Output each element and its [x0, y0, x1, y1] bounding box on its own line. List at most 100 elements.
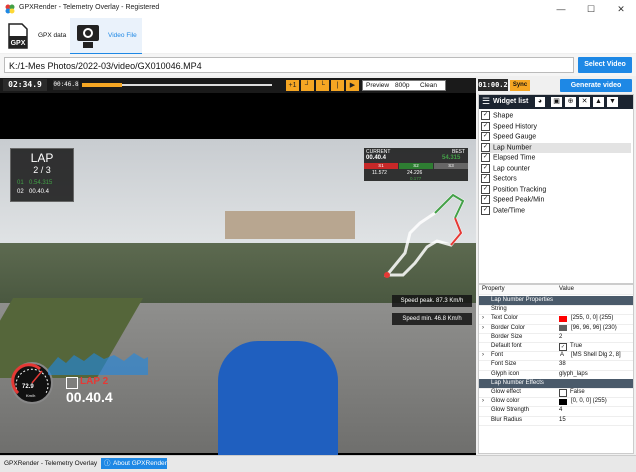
list-icon: ☰ [482, 96, 491, 106]
widget-item-label: Speed Gauge [493, 133, 537, 141]
tab-gpx-label: GPX data [38, 32, 67, 39]
value-column-header: Value [559, 286, 574, 292]
checkbox-checked-icon[interactable]: ✓ [481, 121, 490, 131]
sync-generate-bar: 01:00.2 Sync Generate video [476, 78, 636, 93]
checkbox-unchecked-icon[interactable] [559, 389, 567, 397]
color-swatch[interactable] [559, 315, 567, 322]
widget-item-shape[interactable]: ✓ Shape [481, 111, 631, 122]
widget-item-label: Speed History [493, 122, 537, 130]
lap-row1-num: 01 [17, 180, 24, 186]
select-video-button[interactable]: Select Video [578, 57, 632, 73]
status-bar: GPXRender - Telemetry Overlay ⓘ About GP… [0, 455, 636, 472]
add-icon[interactable]: ⊕ [565, 97, 576, 107]
marker-in-button[interactable]: ┘ [301, 80, 314, 91]
move-down-icon[interactable]: ▼ [607, 97, 618, 107]
sync-button[interactable]: Sync [510, 80, 530, 91]
svg-text:GPX: GPX [11, 40, 26, 47]
checkbox-checked-icon[interactable]: ✓ [481, 184, 490, 194]
palette-icon[interactable]: ◕ [535, 97, 545, 107]
widget-item-elapsed-time[interactable]: ✓ Elapsed Time [481, 153, 631, 164]
play-button[interactable]: ▶ [346, 80, 359, 91]
lap-row2-num: 02 [17, 189, 24, 195]
kart-driver [218, 341, 338, 455]
camera-icon [77, 25, 99, 48]
quality-select[interactable]: Clean [420, 81, 437, 90]
best-time-overlay: 54.315 [442, 155, 461, 161]
sector-s2: S2 [399, 163, 433, 169]
title-bar: GPXRender - Telemetry Overlay - Register… [0, 0, 636, 19]
tab-video-file[interactable]: Video File [70, 18, 142, 55]
marker-out-button[interactable]: └ [316, 80, 329, 91]
widget-item-label: Lap counter [493, 164, 530, 172]
save-icon[interactable]: ▣ [551, 97, 562, 107]
checkbox-checked-icon[interactable]: ✓ [481, 195, 490, 204]
current-time: 02:34.9 [3, 79, 47, 91]
widget-item-speed-gauge[interactable]: ✓ Speed Gauge [481, 132, 631, 143]
video-preview[interactable]: LAP 2 / 3 01 0.54.315 02 00.40.4 CURRENT… [0, 93, 476, 455]
checkbox-checked-icon[interactable]: ✓ [481, 205, 490, 215]
lap-row2-time: 00.40.4 [29, 189, 50, 195]
widget-item-lap-counter[interactable]: ✓ Lap counter [481, 163, 631, 175]
tab-video-label: Video File [108, 32, 137, 39]
tab-gpx-data[interactable]: GPX GPX data [0, 18, 70, 53]
preview-label: Preview [366, 82, 390, 89]
widget-item-label: Shape [493, 112, 514, 120]
speed-min-widget: Speed min. 46.8 Km/h [392, 313, 472, 325]
checkbox-checked-icon[interactable]: ✓ [481, 153, 490, 162]
resolution-select[interactable]: 800p [395, 81, 409, 90]
video-path-input[interactable]: K:/1-Mes Photos/2022-03/video/GX010046.M… [4, 57, 574, 73]
current-time-overlay: 00.40.4 [366, 155, 387, 161]
delete-icon[interactable]: ✕ [579, 97, 590, 107]
widget-item-label: Sectors [493, 175, 517, 183]
widget-item-label: Lap Number [493, 143, 532, 151]
expand-icon[interactable]: › [482, 314, 484, 323]
timeline-progress [82, 83, 122, 87]
checkbox-checked-icon[interactable]: ✓ [481, 111, 490, 120]
widget-item-speed-history[interactable]: ✓ Speed History [481, 121, 631, 133]
info-icon: ⓘ [104, 460, 111, 467]
widget-list-toolbar: ☰ Widget list ◕ ▣ ⊕ ✕ ▲ ▼ [479, 95, 633, 109]
sectors-widget: CURRENT 00.40.4 BEST 54.315 S1 S2 S3 11.… [364, 148, 468, 181]
sector-delta: 0.177 [410, 176, 422, 181]
checkbox-checked-icon[interactable]: ✓ [481, 174, 490, 183]
gpx-file-icon: GPX [8, 23, 28, 49]
position-tracking-map [383, 193, 465, 278]
property-column-header: Property [482, 286, 505, 292]
checkbox-checked-icon[interactable]: ✓ [481, 132, 490, 141]
video-building [225, 211, 355, 239]
widget-item-lap-number[interactable]: ✓ Lap Number [481, 142, 631, 153]
minimize-button[interactable]: — [546, 0, 576, 18]
widget-item-date-time[interactable]: ✓ Date/Time [481, 205, 631, 217]
checkbox-checked-icon[interactable]: ✓ [559, 343, 567, 351]
sector-s3: S3 [434, 163, 468, 169]
generate-video-button[interactable]: Generate video [560, 79, 632, 92]
widget-item-speed-peak-min[interactable]: ✓ Speed Peak/Min [481, 195, 631, 206]
checkbox-checked-icon[interactable]: ✓ [481, 142, 490, 152]
checkbox-checked-icon[interactable]: ✓ [481, 163, 490, 173]
prop-blur-radius[interactable]: Blur Radius 15 [479, 416, 633, 426]
color-swatch[interactable] [559, 398, 567, 405]
widget-item-label: Speed Peak/Min [493, 196, 545, 204]
color-swatch[interactable] [559, 325, 567, 332]
lap-title: LAP [30, 151, 54, 165]
app-icon [5, 4, 15, 14]
expand-icon[interactable]: › [482, 351, 484, 360]
widget-list-title: Widget list [493, 98, 529, 105]
widget-item-sectors[interactable]: ✓ Sectors [481, 174, 631, 185]
maximize-button[interactable]: ☐ [576, 0, 606, 18]
close-button[interactable]: ✕ [606, 0, 636, 18]
widget-item-label: Position Tracking [493, 185, 547, 193]
timeline-slider[interactable] [82, 83, 272, 87]
plus-one-button[interactable]: +1 [286, 80, 299, 91]
lap-value: 2 / 3 [33, 165, 51, 175]
about-button[interactable]: ⓘ About GPXRender [101, 458, 167, 469]
expand-icon[interactable]: › [482, 324, 484, 333]
playback-bar: 02:34.9 00:46.8 +1 ┘ └ | ▶ Preview 800p … [0, 78, 476, 93]
move-up-icon[interactable]: ▲ [593, 97, 604, 107]
step-button[interactable]: | [331, 80, 344, 91]
widget-item-position-tracking[interactable]: ✓ Position Tracking [481, 184, 631, 196]
speed-peak-widget: Speed peak. 87.3 Km/h [392, 295, 472, 307]
widget-item-label: Date/Time [493, 206, 526, 214]
widget-list-panel: ☰ Widget list ◕ ▣ ⊕ ✕ ▲ ▼ ✓ Shape ✓ Speed … [478, 94, 634, 284]
expand-icon[interactable]: › [482, 397, 484, 406]
